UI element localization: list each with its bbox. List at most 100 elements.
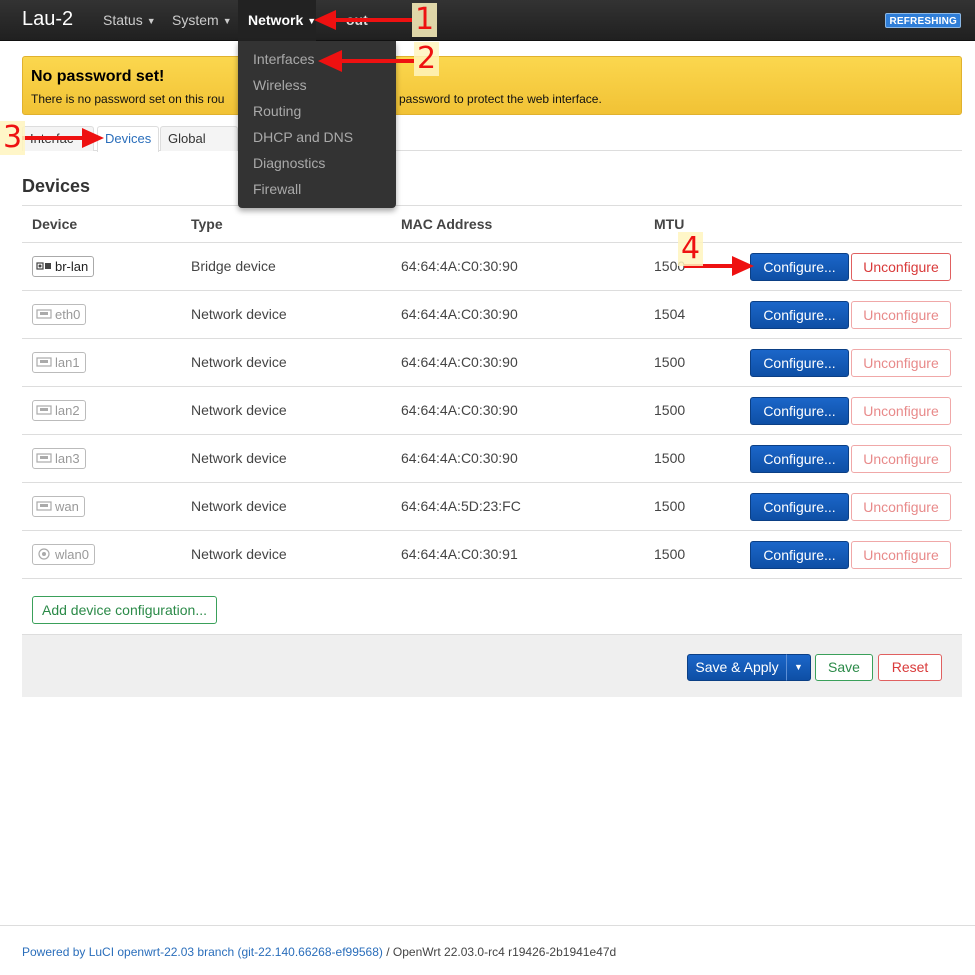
- annotation-step-4: 4: [678, 232, 704, 266]
- menu-status[interactable]: Status ▼: [93, 0, 166, 41]
- device-badge: eth0: [32, 304, 87, 325]
- device-type: Network device: [191, 498, 287, 514]
- device-name: lan3: [55, 451, 80, 466]
- device-badge: br-lan: [32, 256, 95, 277]
- device-mtu: 1500: [654, 402, 686, 418]
- alert-text-right: password to protect the web interface.: [399, 92, 602, 106]
- table-row: br-lan Bridge device 64:64:4A:C0:30:90 1…: [22, 243, 962, 291]
- device-mtu: 1504: [654, 306, 686, 322]
- devices-table: Device Type MAC Address MTU br-lan Bridg…: [22, 205, 962, 579]
- menu-item-dhcp-dns[interactable]: DHCP and DNS: [253, 127, 353, 147]
- configure-button[interactable]: Configure...: [750, 493, 849, 521]
- action-bar: Save & Apply ▼ Save Reset: [22, 634, 962, 697]
- annotation-step-3: 3: [0, 121, 26, 155]
- caret-down-icon: ▼: [794, 662, 803, 672]
- arrow-right-icon: [22, 128, 104, 148]
- menu-item-firewall[interactable]: Firewall: [253, 179, 301, 199]
- menu-item-wireless[interactable]: Wireless: [253, 75, 307, 95]
- bridge-icon: [36, 262, 51, 270]
- table-row: eth0 Network device 64:64:4A:C0:30:90 15…: [22, 291, 962, 339]
- ethernet-port-icon: [36, 309, 52, 319]
- unconfigure-button[interactable]: Unconfigure: [851, 301, 951, 329]
- menu-item-interfaces[interactable]: Interfaces: [253, 49, 314, 69]
- configure-button[interactable]: Configure...: [750, 445, 849, 473]
- annotation-step-1: 1: [412, 3, 438, 37]
- device-badge: lan3: [32, 448, 86, 469]
- device-badge: wlan0: [32, 544, 95, 565]
- device-badge: lan1: [32, 352, 86, 373]
- device-mac: 64:64:4A:C0:30:90: [401, 306, 518, 322]
- wifi-icon: [38, 548, 50, 560]
- menu-item-routing[interactable]: Routing: [253, 101, 301, 121]
- save-apply-dropdown-toggle[interactable]: ▼: [786, 654, 811, 681]
- device-mac: 64:64:4A:C0:30:90: [401, 354, 518, 370]
- col-type: Type: [191, 216, 223, 232]
- device-type: Network device: [191, 402, 287, 418]
- alert-text-left: There is no password set on this rou: [31, 92, 225, 106]
- table-row: wan Network device 64:64:4A:5D:23:FC 150…: [22, 483, 962, 531]
- col-device: Device: [32, 216, 78, 232]
- device-mac: 64:64:4A:C0:30:90: [401, 258, 518, 274]
- openwrt-version: / OpenWrt 22.03.0-rc4 r19426-2b1941e47d: [382, 945, 617, 959]
- menu-network[interactable]: Network ▼: [238, 0, 316, 41]
- annotation-step-2: 2: [414, 42, 440, 76]
- luci-link[interactable]: Powered by LuCI openwrt-22.03 branch (gi…: [22, 945, 383, 959]
- brand-hostname[interactable]: Lau-2: [22, 8, 73, 31]
- caret-down-icon: ▼: [222, 15, 232, 26]
- device-mtu: 1500: [654, 498, 686, 514]
- device-type: Bridge device: [191, 258, 276, 274]
- footer-divider: [0, 925, 975, 926]
- add-device-button[interactable]: Add device configuration...: [32, 596, 217, 624]
- unconfigure-button[interactable]: Unconfigure: [851, 253, 951, 281]
- device-type: Network device: [191, 546, 287, 562]
- device-name: lan2: [55, 403, 80, 418]
- save-button[interactable]: Save: [815, 654, 873, 681]
- unconfigure-button[interactable]: Unconfigure: [851, 541, 951, 569]
- menu-network-label: Network: [248, 12, 304, 28]
- tab-devices[interactable]: Devices: [97, 126, 160, 152]
- device-badge: lan2: [32, 400, 86, 421]
- configure-button[interactable]: Configure...: [750, 253, 849, 281]
- ethernet-port-icon: [36, 357, 52, 367]
- device-mtu: 1500: [654, 450, 686, 466]
- device-name: lan1: [55, 355, 80, 370]
- device-type: Network device: [191, 450, 287, 466]
- configure-button[interactable]: Configure...: [750, 349, 849, 377]
- device-mac: 64:64:4A:C0:30:90: [401, 402, 518, 418]
- menu-system-label: System: [172, 12, 219, 28]
- arrow-left-icon: [318, 50, 414, 72]
- table-row: wlan0 Network device 64:64:4A:C0:30:91 1…: [22, 531, 962, 579]
- menu-item-diagnostics[interactable]: Diagnostics: [253, 153, 325, 173]
- menu-status-label: Status: [103, 12, 143, 28]
- device-mtu: 1500: [654, 546, 686, 562]
- device-mac: 64:64:4A:C0:30:91: [401, 546, 518, 562]
- ethernet-port-icon: [36, 453, 52, 463]
- alert-title: No password set!: [31, 68, 165, 85]
- device-mac: 64:64:4A:C0:30:90: [401, 450, 518, 466]
- caret-down-icon: ▼: [146, 15, 156, 26]
- device-type: Network device: [191, 354, 287, 370]
- save-apply-button[interactable]: Save & Apply: [687, 654, 787, 681]
- device-badge: wan: [32, 496, 85, 517]
- unconfigure-button[interactable]: Unconfigure: [851, 349, 951, 377]
- col-mtu: MTU: [654, 216, 685, 232]
- device-name: wan: [55, 499, 79, 514]
- configure-button[interactable]: Configure...: [750, 397, 849, 425]
- table-header: Device Type MAC Address MTU: [22, 205, 962, 243]
- top-navbar: Lau-2 Status▼ System▼ Network▼ out REFRE…: [0, 0, 975, 41]
- configure-button[interactable]: Configure...: [750, 301, 849, 329]
- menu-system[interactable]: System ▼: [162, 0, 242, 41]
- device-name: br-lan: [55, 259, 89, 274]
- unconfigure-button[interactable]: Unconfigure: [851, 445, 951, 473]
- configure-button[interactable]: Configure...: [750, 541, 849, 569]
- reset-button[interactable]: Reset: [878, 654, 942, 681]
- unconfigure-button[interactable]: Unconfigure: [851, 397, 951, 425]
- no-password-alert: No password set! There is no password se…: [22, 56, 962, 115]
- table-row: lan1 Network device 64:64:4A:C0:30:90 15…: [22, 339, 962, 387]
- table-row: lan2 Network device 64:64:4A:C0:30:90 15…: [22, 387, 962, 435]
- device-mac: 64:64:4A:5D:23:FC: [401, 498, 521, 514]
- unconfigure-button[interactable]: Unconfigure: [851, 493, 951, 521]
- tab-global-network[interactable]: Global netw: [160, 126, 238, 151]
- ethernet-port-icon: [36, 501, 52, 511]
- refreshing-badge[interactable]: REFRESHING: [885, 13, 961, 28]
